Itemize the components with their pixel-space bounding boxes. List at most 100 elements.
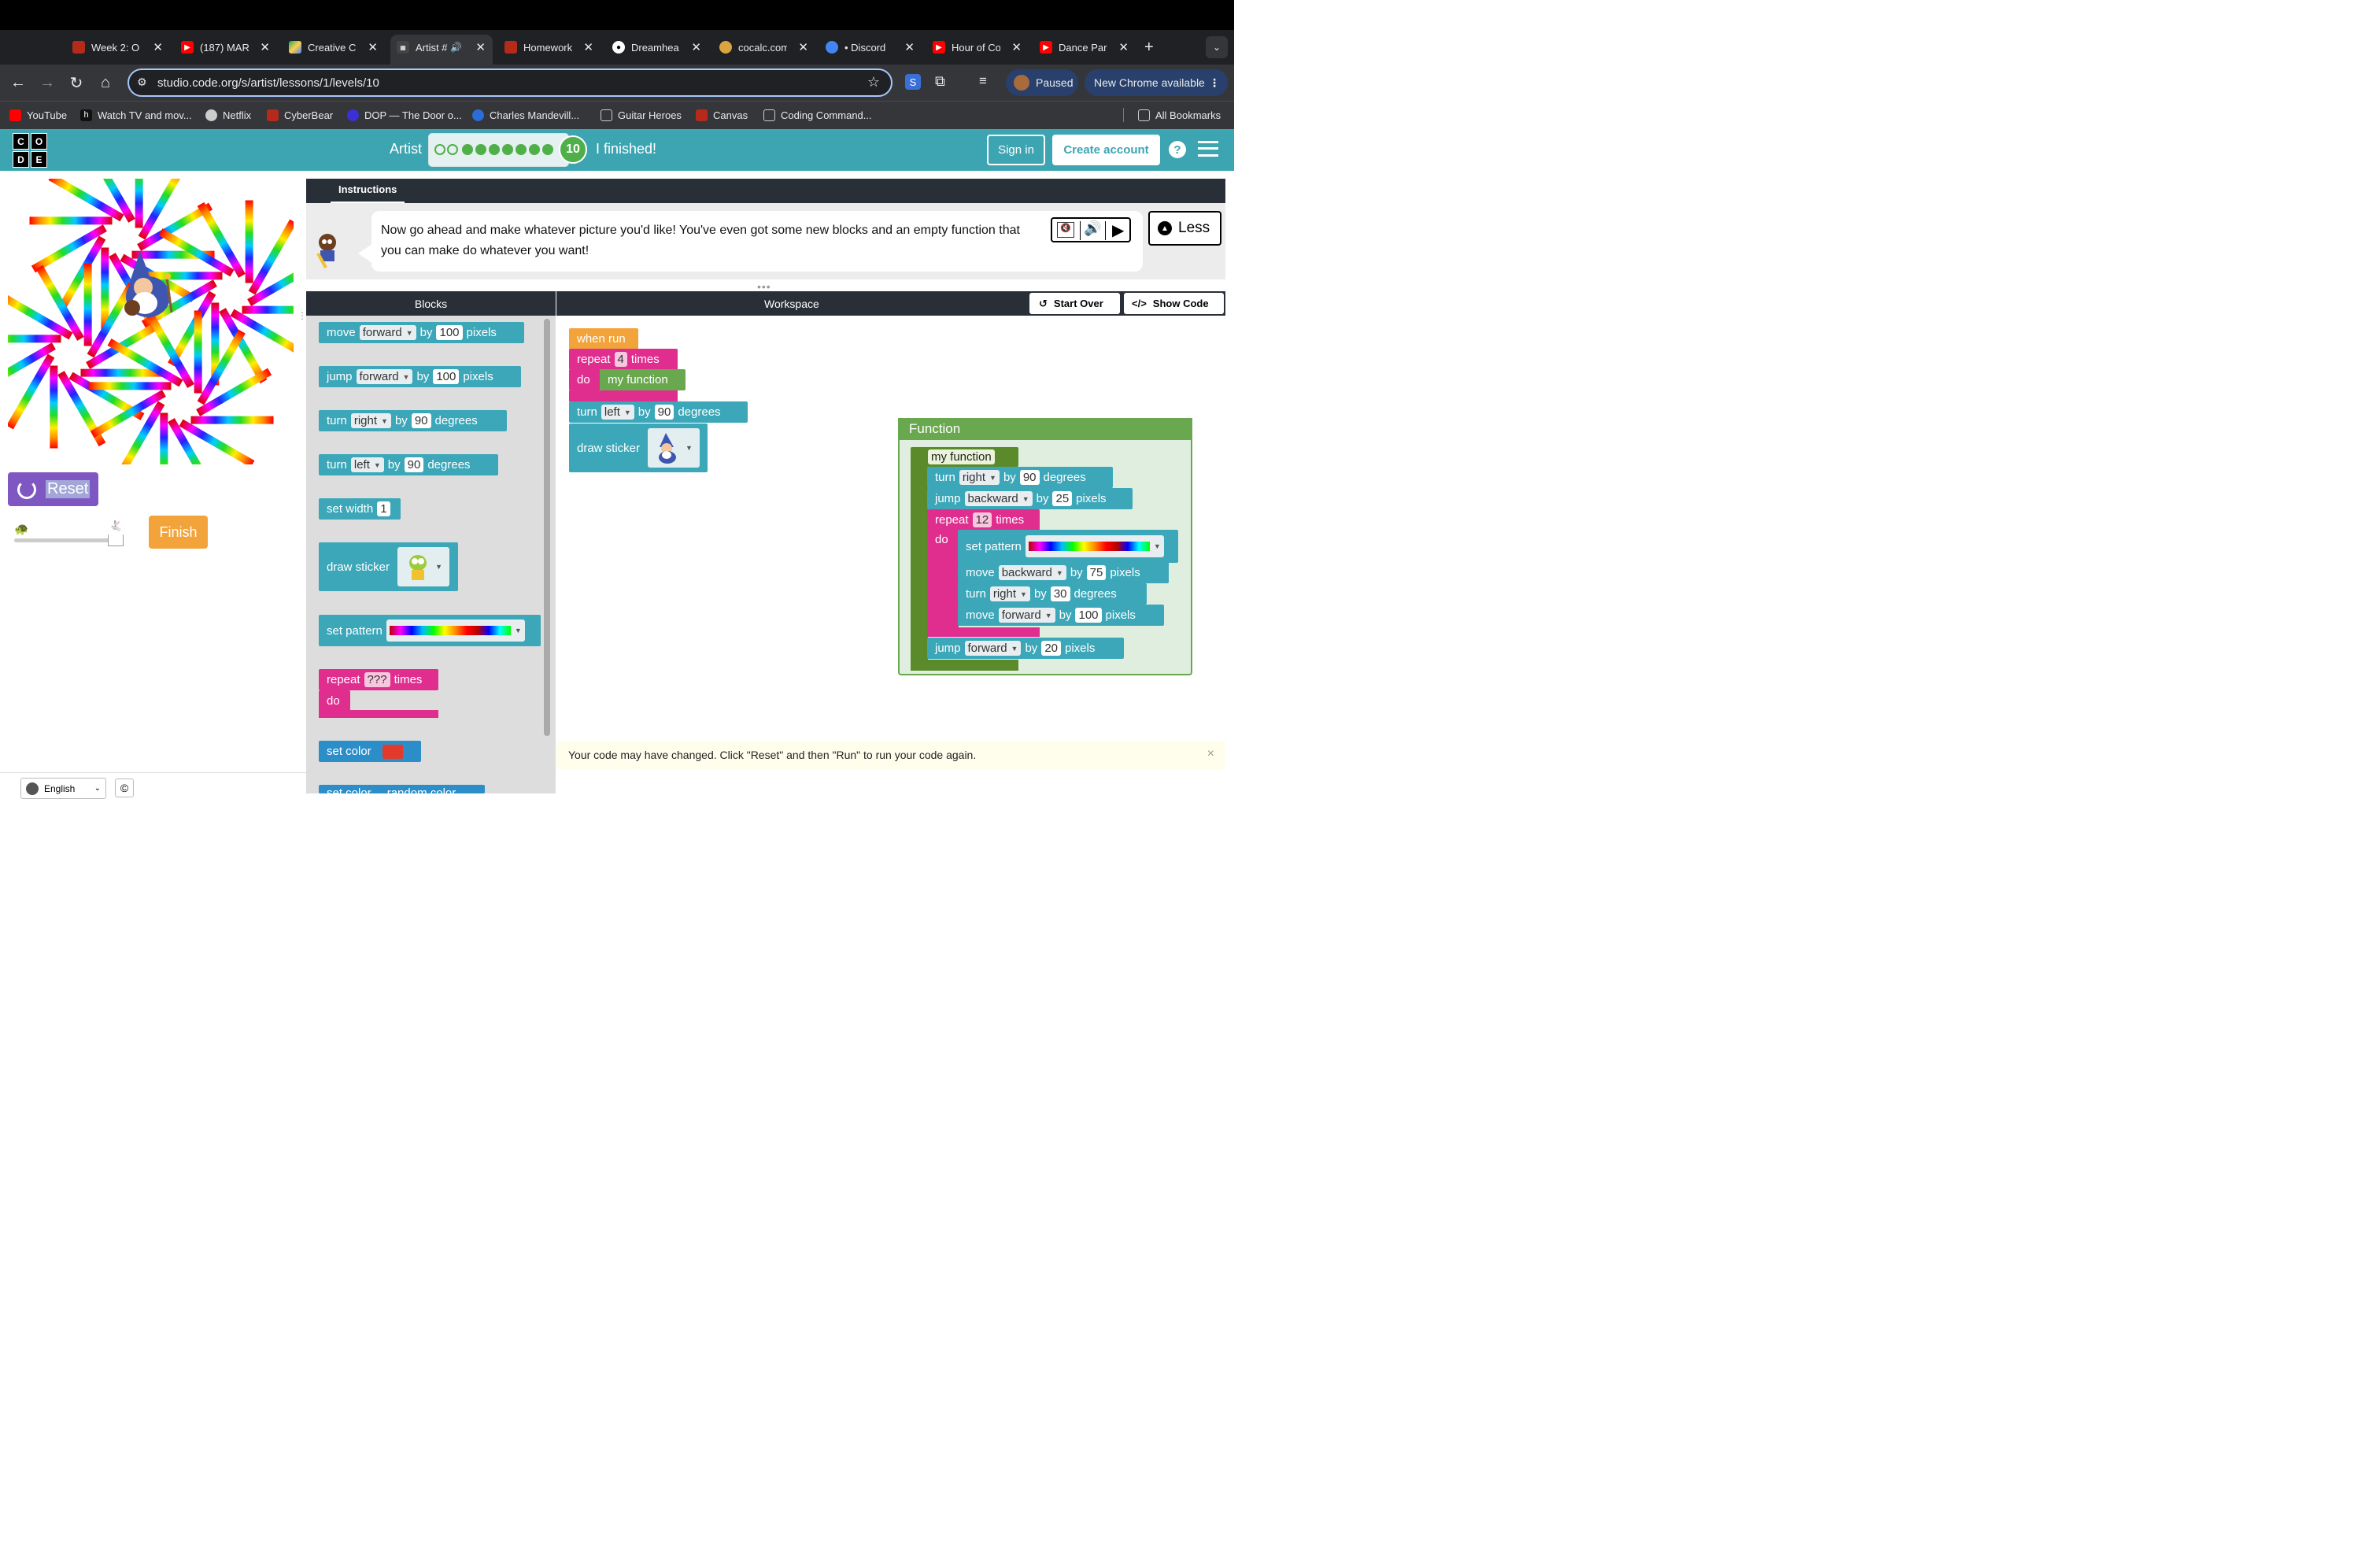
forward-icon[interactable]: → bbox=[37, 72, 57, 93]
mute-icon[interactable]: 🔇 bbox=[1057, 222, 1074, 238]
number-input[interactable]: 20 bbox=[1041, 641, 1061, 656]
copyright-button[interactable]: © bbox=[115, 779, 134, 797]
toolbox-set-width-block[interactable]: set width 1 bbox=[319, 498, 401, 520]
direction-dropdown[interactable]: left ▼ bbox=[350, 457, 384, 472]
back-icon[interactable]: ← bbox=[8, 72, 28, 93]
fn-turn-right-block[interactable]: turn right ▼ by 90 degrees bbox=[927, 467, 1113, 488]
less-button[interactable]: ▲ Less bbox=[1148, 211, 1221, 246]
number-input[interactable]: 100 bbox=[436, 325, 463, 340]
sign-in-button[interactable]: Sign in bbox=[987, 135, 1045, 165]
direction-dropdown[interactable]: forward ▼ bbox=[964, 641, 1022, 656]
extension-icon[interactable]: S bbox=[905, 74, 921, 90]
when-run-block[interactable]: when run bbox=[569, 328, 638, 350]
hamburger-menu-icon[interactable] bbox=[1198, 141, 1218, 157]
level-dot[interactable] bbox=[434, 144, 445, 155]
toolbox-scrollbar[interactable] bbox=[544, 319, 550, 736]
direction-dropdown[interactable]: forward ▼ bbox=[998, 608, 1055, 623]
draw-sticker-block[interactable]: draw sticker ▼ bbox=[569, 423, 708, 472]
reset-button[interactable]: Reset bbox=[8, 472, 98, 506]
repeat-block[interactable]: repeat 4 times bbox=[569, 349, 678, 370]
fn-move-backward-block[interactable]: move backward ▼ by 75 pixels bbox=[958, 562, 1169, 583]
sticker-dropdown[interactable]: ▼ bbox=[397, 547, 450, 586]
language-select[interactable]: English ⌄ bbox=[20, 778, 106, 799]
number-input[interactable]: 1 bbox=[377, 501, 390, 516]
bookmark-dop[interactable]: DOP — The Door o... bbox=[347, 107, 462, 123]
site-info-icon[interactable]: ⚙ bbox=[137, 76, 147, 89]
show-code-button[interactable]: </> Show Code bbox=[1124, 293, 1224, 314]
reload-icon[interactable]: ↻ bbox=[66, 72, 87, 93]
number-input[interactable]: 4 bbox=[614, 352, 627, 367]
toolbox-set-pattern-block[interactable]: set pattern ▼ bbox=[319, 615, 541, 646]
close-icon[interactable]: ✕ bbox=[260, 40, 270, 54]
level-dot[interactable] bbox=[516, 144, 527, 155]
number-input[interactable]: 30 bbox=[1050, 586, 1070, 601]
close-icon[interactable]: ✕ bbox=[583, 40, 593, 54]
number-input[interactable]: 90 bbox=[654, 405, 674, 420]
tab-8[interactable]: • Discord ✕ bbox=[826, 36, 915, 58]
direction-dropdown[interactable]: backward ▼ bbox=[964, 491, 1033, 506]
fn-repeat-block[interactable]: repeat 12 times bbox=[927, 509, 1040, 531]
close-icon[interactable]: ✕ bbox=[691, 40, 701, 54]
function-definition-block[interactable]: my function bbox=[911, 447, 1018, 467]
start-over-button[interactable]: ↺ Start Over bbox=[1029, 293, 1120, 314]
number-input[interactable]: 12 bbox=[972, 512, 992, 527]
sticker-dropdown[interactable]: ▼ bbox=[648, 428, 700, 468]
close-icon[interactable]: × bbox=[1207, 747, 1214, 761]
number-input[interactable]: 90 bbox=[1019, 470, 1040, 485]
all-bookmarks[interactable]: All Bookmarks bbox=[1138, 107, 1221, 123]
extensions-puzzle-icon[interactable]: ⧉ bbox=[935, 73, 945, 90]
profile-button[interactable]: Paused bbox=[1006, 69, 1078, 96]
number-input[interactable]: 25 bbox=[1052, 491, 1073, 506]
tab-instructions[interactable]: Instructions bbox=[331, 183, 405, 203]
bookmark-canvas[interactable]: Canvas bbox=[696, 107, 748, 123]
toolbox-jump-block[interactable]: jump forward ▼ by 100 pixels bbox=[319, 366, 521, 387]
fn-turn-right-30-block[interactable]: turn right ▼ by 30 degrees bbox=[958, 583, 1147, 605]
level-dot[interactable] bbox=[542, 144, 553, 155]
pattern-dropdown[interactable]: ▼ bbox=[1025, 535, 1164, 557]
chrome-update-button[interactable]: New Chrome available ⋮ bbox=[1085, 69, 1228, 96]
help-icon[interactable]: ? bbox=[1169, 141, 1186, 158]
pattern-dropdown[interactable]: ▼ bbox=[386, 620, 525, 642]
create-account-button[interactable]: Create account bbox=[1052, 135, 1160, 165]
direction-dropdown[interactable]: forward ▼ bbox=[359, 325, 416, 340]
speaker-icon[interactable]: 🔊 bbox=[450, 42, 462, 53]
speed-slider[interactable] bbox=[14, 538, 115, 542]
code-org-logo[interactable]: C O D E bbox=[13, 133, 47, 168]
tab-6[interactable]: ● Dreamhea ✕ bbox=[612, 36, 701, 58]
fn-set-pattern-block[interactable]: set pattern ▼ bbox=[958, 530, 1178, 563]
lesson-title[interactable]: Artist bbox=[390, 141, 422, 157]
number-input[interactable]: 90 bbox=[411, 413, 431, 428]
level-dot[interactable] bbox=[462, 144, 473, 155]
toolbox-move-block[interactable]: move forward ▼ by 100 pixels bbox=[319, 322, 524, 343]
bookmark-youtube[interactable]: YouTube bbox=[9, 107, 67, 123]
home-icon[interactable]: ⌂ bbox=[95, 72, 116, 93]
direction-dropdown[interactable]: right ▼ bbox=[350, 413, 391, 428]
direction-dropdown[interactable]: left ▼ bbox=[601, 405, 634, 420]
finish-button[interactable]: Finish bbox=[149, 516, 208, 549]
close-icon[interactable]: ✕ bbox=[904, 40, 915, 54]
number-input[interactable]: 100 bbox=[1075, 608, 1102, 623]
speaker-icon[interactable]: 🔊 bbox=[1084, 220, 1101, 237]
tab-2[interactable]: ▶ (187) MAR ✕ bbox=[181, 36, 270, 58]
bookmark-star-icon[interactable]: ☆ bbox=[867, 74, 880, 91]
current-level-bubble[interactable]: 10 bbox=[559, 135, 587, 164]
number-input[interactable]: 100 bbox=[433, 369, 460, 384]
bookmark-guitar-heroes[interactable]: Guitar Heroes bbox=[601, 107, 682, 123]
close-icon[interactable]: ✕ bbox=[475, 40, 486, 54]
close-icon[interactable]: ✕ bbox=[1118, 40, 1129, 54]
toolbox-turn-right-block[interactable]: turn right ▼ by 90 degrees bbox=[319, 410, 507, 431]
toolbox-set-random-color-block[interactable]: set color random color bbox=[319, 785, 485, 793]
bookmark-netflix[interactable]: Netflix bbox=[205, 107, 251, 123]
bookmark-hulu[interactable]: h Watch TV and mov... bbox=[80, 107, 192, 123]
toolbox-repeat-block[interactable]: repeat ??? times bbox=[319, 669, 438, 690]
media-control-icon[interactable]: ≡ bbox=[979, 73, 987, 89]
fn-move-forward-block[interactable]: move forward ▼ by 100 pixels bbox=[958, 605, 1164, 626]
direction-dropdown[interactable]: right ▼ bbox=[989, 586, 1030, 601]
bookmark-cyberbear[interactable]: CyberBear bbox=[267, 107, 333, 123]
toolbox-turn-left-block[interactable]: turn left ▼ by 90 degrees bbox=[319, 454, 498, 475]
tab-7[interactable]: cocalc.com ✕ bbox=[719, 36, 808, 58]
direction-dropdown[interactable]: forward ▼ bbox=[356, 369, 413, 384]
fn-jump-forward-block[interactable]: jump forward ▼ by 20 pixels bbox=[927, 638, 1124, 659]
level-dot[interactable] bbox=[447, 144, 458, 155]
tab-search-icon[interactable]: ⌄ bbox=[1206, 36, 1228, 58]
